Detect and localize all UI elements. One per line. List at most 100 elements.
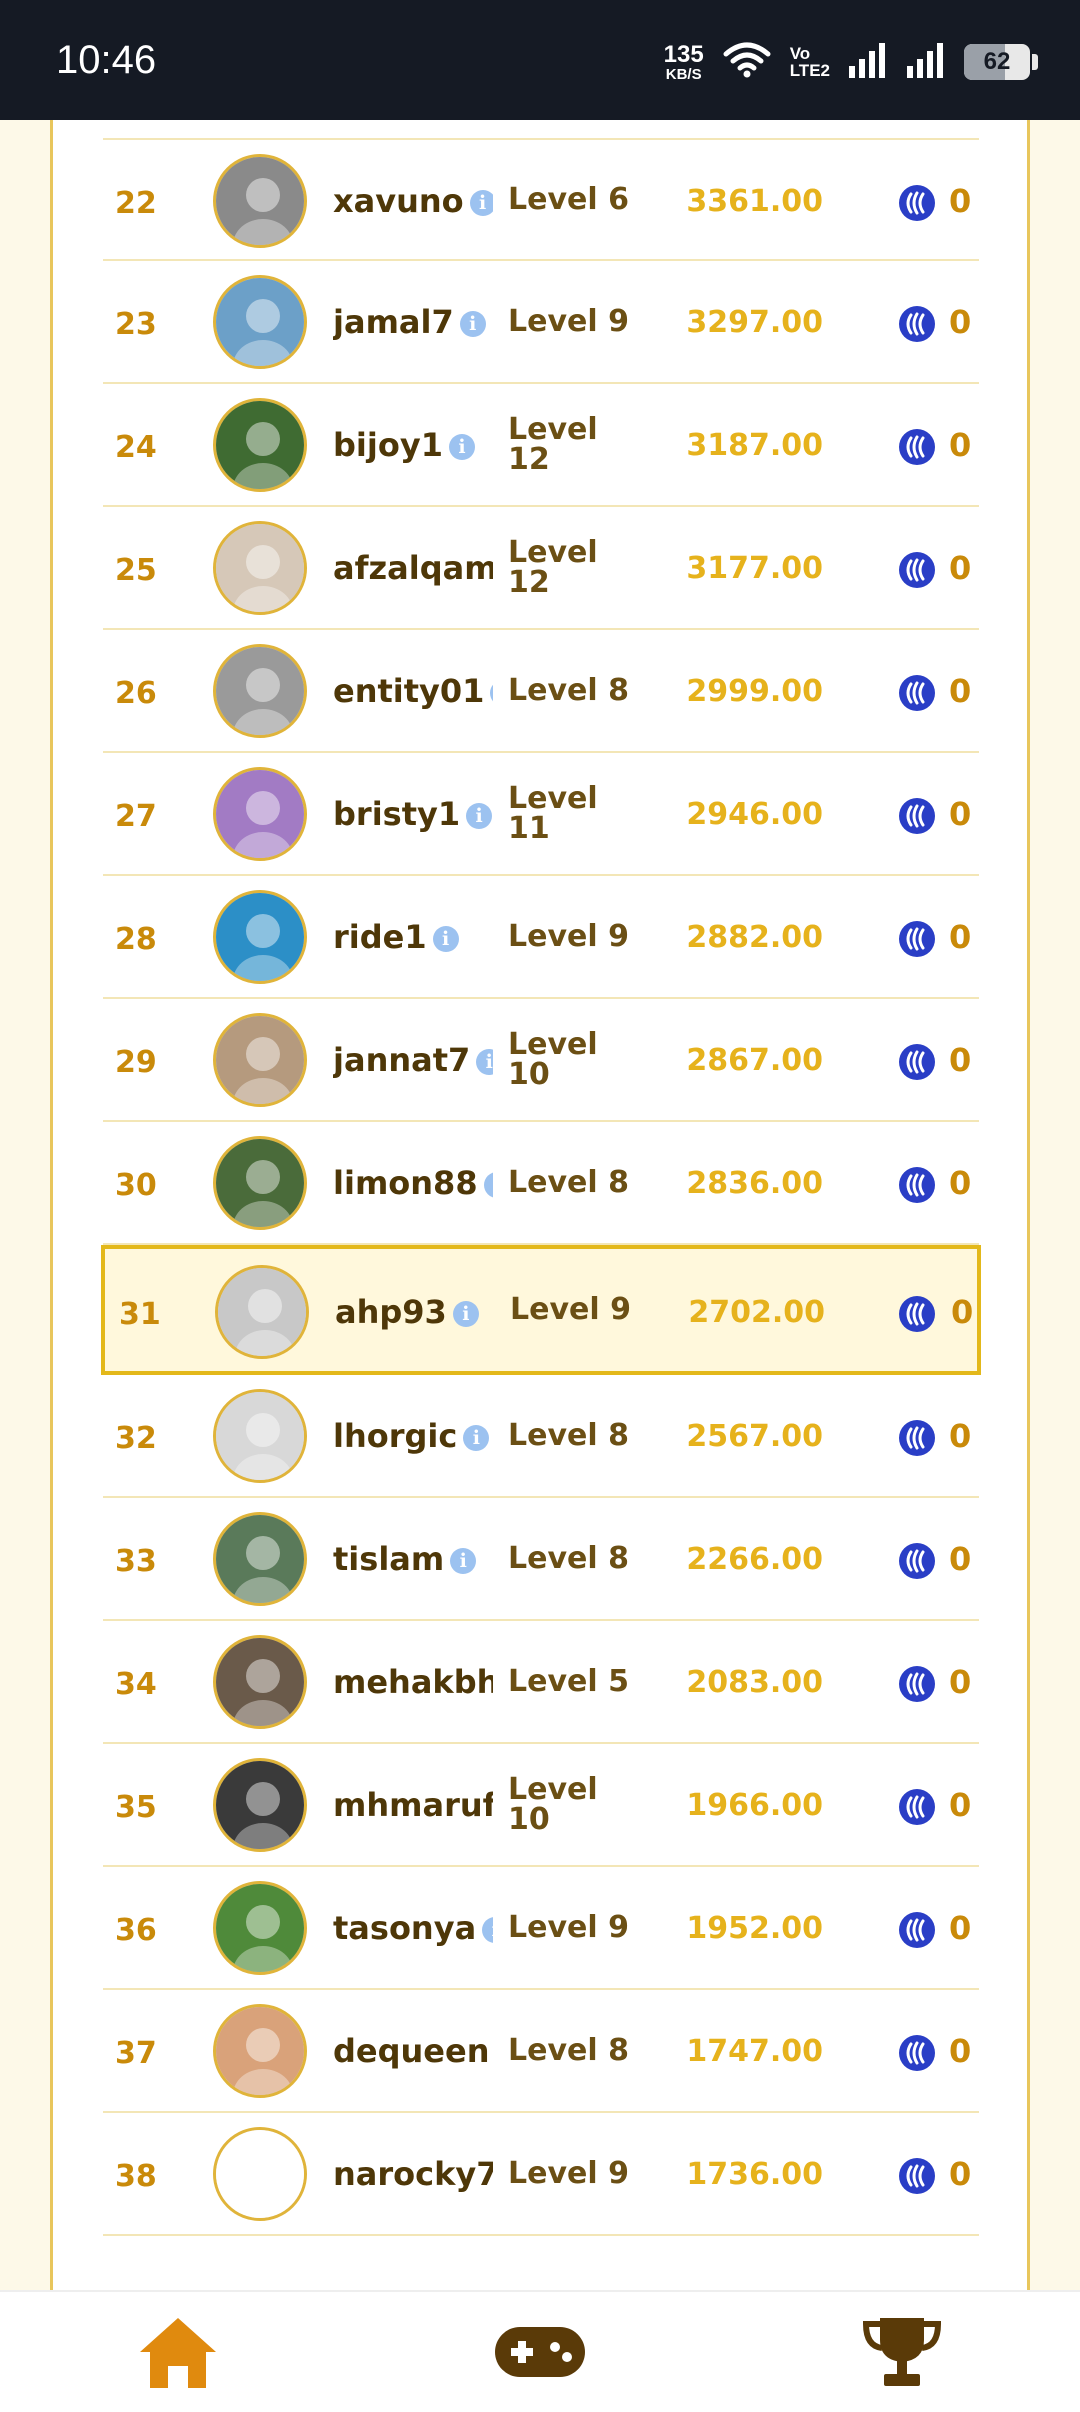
leaderboard-row[interactable]: 34 mehakbhi Level 5 2083.00 0 — [103, 1621, 979, 1744]
nav-games-button[interactable] — [470, 2314, 610, 2394]
username-text: mehakbh — [333, 1663, 493, 1701]
user-level: Level 6 — [508, 181, 629, 217]
avatar[interactable] — [213, 275, 307, 369]
username[interactable]: dequeeni — [333, 2032, 493, 2070]
leaderboard-panel[interactable]: 22 xavuno i Level 6 3361.00 0 23 jamal7 i Level 9… — [50, 120, 1030, 2290]
signal-icon — [848, 42, 888, 82]
user-level: Level 10 — [508, 1771, 598, 1837]
leaderboard-row[interactable]: 32 lhorgic i Level 8 2567.00 0 — [103, 1375, 979, 1498]
user-score: 2867.00 — [686, 1043, 823, 1078]
gamepad-icon — [493, 2323, 587, 2385]
leaderboard-row[interactable]: 23 jamal7 i Level 9 3297.00 0 — [103, 261, 979, 384]
leaderboard-row[interactable]: 38 narocky7i Level 9 1736.00 0 — [103, 2113, 979, 2236]
username-text: tislam — [333, 1540, 445, 1578]
avatar[interactable] — [213, 1635, 307, 1729]
info-icon[interactable]: i — [432, 926, 459, 952]
leaderboard-row[interactable]: 24 bijoy1 i Level 12 3187.00 0 — [103, 384, 979, 507]
username[interactable]: jamal7 i — [333, 303, 493, 341]
user-score: 1747.00 — [686, 2034, 823, 2069]
user-level: Level 8 — [508, 2032, 629, 2068]
signal-icon — [906, 42, 946, 82]
avatar[interactable] — [213, 644, 307, 738]
leaderboard-row[interactable]: 28 ride1 i Level 9 2882.00 0 — [103, 876, 979, 999]
volte-top: Vo — [789, 44, 811, 63]
steem-coin-icon — [899, 552, 935, 588]
info-icon[interactable]: i — [469, 190, 493, 216]
username[interactable]: mehakbhi — [333, 1663, 493, 1701]
info-icon[interactable]: i — [452, 1301, 479, 1327]
username-text: mhmaruf — [333, 1786, 493, 1824]
username[interactable]: ahp93 i — [335, 1293, 495, 1331]
username[interactable]: xavuno i — [333, 182, 493, 220]
info-icon[interactable]: i — [448, 434, 475, 460]
avatar[interactable] — [213, 1389, 307, 1483]
leaderboard-row[interactable]: 30 limon88i Level 8 2836.00 0 — [103, 1122, 979, 1245]
coin-balance: 0 — [949, 795, 972, 833]
leaderboard-row[interactable]: 25 afzalqami Level 12 3177.00 0 — [103, 507, 979, 630]
leaderboard-row[interactable]: 35 mhmarufi Level 10 1966.00 0 — [103, 1744, 979, 1867]
username-text: jamal7 — [333, 303, 454, 341]
info-icon[interactable]: i — [482, 1917, 493, 1943]
nav-home-button[interactable] — [108, 2314, 248, 2394]
username[interactable]: lhorgic i — [333, 1417, 493, 1455]
username-text: narocky7 — [333, 2155, 493, 2193]
avatar[interactable] — [213, 890, 307, 984]
user-score: 2266.00 — [686, 1542, 823, 1577]
avatar[interactable] — [213, 521, 307, 615]
avatar[interactable] — [213, 2127, 307, 2221]
avatar[interactable] — [213, 2004, 307, 2098]
avatar[interactable] — [213, 1881, 307, 1975]
home-icon — [136, 2314, 220, 2394]
leaderboard-row[interactable]: 37 dequeeni Level 8 1747.00 0 — [103, 1990, 979, 2113]
avatar[interactable] — [213, 398, 307, 492]
info-icon[interactable]: i — [459, 311, 486, 337]
avatar[interactable] — [213, 1136, 307, 1230]
steem-coin-icon — [899, 1789, 935, 1825]
username[interactable]: mhmarufi — [333, 1786, 493, 1824]
status-time: 10:46 — [56, 38, 157, 82]
avatar[interactable] — [213, 767, 307, 861]
coin-balance: 0 — [949, 1909, 972, 1947]
username[interactable]: ride1 i — [333, 918, 493, 956]
avatar[interactable] — [215, 1265, 309, 1359]
info-icon[interactable]: i — [483, 1172, 493, 1198]
coin-balance: 0 — [949, 2032, 972, 2070]
user-level: Level 8 — [508, 672, 629, 708]
leaderboard-row[interactable]: 29 jannat7 i Level 10 2867.00 0 — [103, 999, 979, 1122]
user-score: 2946.00 — [686, 797, 823, 832]
user-score: 3187.00 — [686, 428, 823, 463]
username[interactable]: narocky7i — [333, 2155, 493, 2193]
username[interactable]: tislam i — [333, 1540, 493, 1578]
leaderboard-row[interactable]: 27 bristy1 i Level 11 2946.00 0 — [103, 753, 979, 876]
leaderboard-row[interactable]: 36 tasonyai Level 9 1952.00 0 — [103, 1867, 979, 1990]
avatar[interactable] — [213, 1013, 307, 1107]
steem-coin-icon — [899, 429, 935, 465]
username[interactable]: entity01i — [333, 672, 493, 710]
username-text: xavuno — [333, 182, 464, 220]
leaderboard-row[interactable]: 22 xavuno i Level 6 3361.00 0 — [103, 138, 979, 261]
volte-bottom: LTE2 — [789, 61, 830, 80]
info-icon[interactable]: i — [463, 1425, 490, 1451]
username[interactable]: limon88i — [333, 1164, 493, 1202]
steem-coin-icon — [899, 1296, 935, 1332]
avatar[interactable] — [213, 1758, 307, 1852]
avatar[interactable] — [213, 154, 307, 248]
user-level: Level 10 — [508, 1026, 598, 1092]
leaderboard-row[interactable]: 26 entity01i Level 8 2999.00 0 — [103, 630, 979, 753]
info-icon[interactable]: i — [476, 1049, 493, 1075]
info-icon[interactable]: i — [450, 1548, 477, 1574]
username[interactable]: bristy1 i — [333, 795, 493, 833]
info-icon[interactable]: i — [490, 680, 493, 706]
avatar[interactable] — [213, 1512, 307, 1606]
nav-leaderboard-button[interactable] — [832, 2314, 972, 2394]
username[interactable]: tasonyai — [333, 1909, 493, 1947]
current-user-row[interactable]: 31 ahp93 i Level 9 2702.00 0 — [101, 1245, 981, 1375]
battery-icon: 62 — [964, 44, 1030, 80]
username[interactable]: bijoy1 i — [333, 426, 493, 464]
username[interactable]: jannat7 i — [333, 1041, 493, 1079]
username[interactable]: afzalqami — [333, 549, 493, 587]
info-icon[interactable]: i — [466, 803, 493, 829]
leaderboard-row[interactable]: 33 tislam i Level 8 2266.00 0 — [103, 1498, 979, 1621]
rank-number: 23 — [115, 307, 157, 342]
rank-number: 29 — [115, 1045, 157, 1080]
